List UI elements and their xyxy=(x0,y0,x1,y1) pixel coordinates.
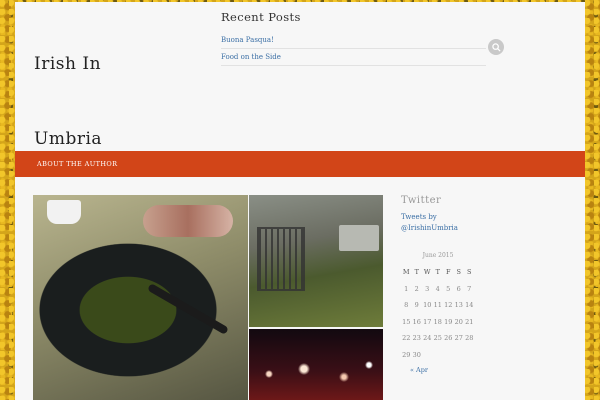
search-button[interactable] xyxy=(488,39,504,55)
sidebar: Twitter Tweets by @IrishinUmbria June 20… xyxy=(401,195,571,374)
calendar-day: 23 xyxy=(412,334,421,342)
site-title-line-1[interactable]: Irish In xyxy=(34,27,154,102)
calendar-day: 7 xyxy=(467,284,472,293)
twitter-link-line-2[interactable]: @IrishinUmbria xyxy=(401,224,458,232)
page-container: Irish In Umbria Recent Posts Buona Pasqu… xyxy=(15,2,585,400)
photo-detail-stone xyxy=(339,225,379,251)
calendar-day: 3 xyxy=(425,284,430,293)
gallery-photo-night-lights[interactable] xyxy=(249,329,383,400)
main-navigation: About the Author xyxy=(15,151,585,177)
calendar-day: 17 xyxy=(423,317,432,326)
photo-detail-spoon xyxy=(147,283,229,335)
calendar-day xyxy=(464,347,475,364)
calendar-day: 9 xyxy=(414,301,419,309)
calendar-day: 25 xyxy=(433,334,442,342)
calendar-day: 24 xyxy=(423,334,432,342)
calendar-day: 12 xyxy=(444,301,453,309)
calendar-weekday: S xyxy=(467,268,472,276)
calendar-day: 10 xyxy=(423,301,432,309)
nav-item-about-the-author[interactable]: About the Author xyxy=(37,160,117,168)
calendar-weekday: T xyxy=(435,268,440,276)
calendar-day: 8 xyxy=(404,301,409,309)
calendar-previous-month-link[interactable]: « Apr xyxy=(410,366,475,374)
recent-posts-list: Buona Pasqua! Food on the Side xyxy=(221,32,521,66)
twitter-feed-link[interactable]: Tweets by @IrishinUmbria xyxy=(401,212,571,234)
calendar-week-row: 15 16 17 18 19 20 21 xyxy=(401,314,475,331)
recent-posts-title: Recent Posts xyxy=(221,10,301,24)
calendar-widget: June 2015 M T W T F S S 1 2 3 4 5 6 7 8 xyxy=(401,252,475,374)
calendar-day: 13 xyxy=(454,301,463,309)
calendar-day xyxy=(454,347,465,364)
calendar-day: 18 xyxy=(433,317,442,326)
calendar-weekday: F xyxy=(445,268,451,276)
calendar-day: 26 xyxy=(444,334,453,342)
calendar-day: 29 xyxy=(402,350,411,359)
calendar-week-row: 8 9 10 11 12 13 14 xyxy=(401,297,475,314)
calendar-day: 30 xyxy=(412,350,421,359)
calendar-week-row: 29 30 xyxy=(401,347,475,364)
site-header: Irish In Umbria Recent Posts Buona Pasqu… xyxy=(15,2,585,151)
calendar-day: 27 xyxy=(454,334,463,342)
twitter-widget-title: Twitter xyxy=(401,195,442,206)
calendar-day: 4 xyxy=(435,284,440,293)
calendar-week-row: 22 23 24 25 26 27 28 xyxy=(401,330,475,347)
gallery-photo-grill[interactable] xyxy=(249,195,383,327)
calendar-day: 16 xyxy=(412,317,421,326)
calendar-day: 6 xyxy=(456,284,461,293)
calendar-weekday: W xyxy=(423,268,431,276)
calendar-day: 15 xyxy=(402,317,411,326)
calendar-day: 22 xyxy=(402,334,411,342)
photo-detail-grill-rack xyxy=(257,227,305,291)
calendar-day: 2 xyxy=(414,284,419,293)
calendar-day: 21 xyxy=(465,317,474,326)
calendar-day: 1 xyxy=(404,284,409,293)
photo-detail-cup xyxy=(47,200,81,224)
search-icon xyxy=(491,42,501,52)
calendar-day xyxy=(433,347,444,364)
recent-posts-widget: Recent Posts Buona Pasqua! Food on the S… xyxy=(221,10,521,66)
calendar-day: 28 xyxy=(465,334,474,342)
photo-detail-bacon xyxy=(143,205,233,237)
calendar-week-row: 1 2 3 4 5 6 7 xyxy=(401,281,475,298)
calendar-day: 5 xyxy=(446,284,451,293)
calendar-weekday: T xyxy=(414,268,419,276)
calendar-day xyxy=(443,347,454,364)
calendar-day: 14 xyxy=(465,301,474,309)
calendar-day xyxy=(422,347,433,364)
gallery-photo-pan[interactable] xyxy=(33,195,248,400)
calendar-day: 11 xyxy=(433,301,442,309)
post-gallery xyxy=(33,195,383,400)
recent-post-link[interactable]: Buona Pasqua! xyxy=(221,32,486,49)
calendar-weekday-row: M T W T F S S xyxy=(401,264,475,281)
twitter-link-line-1[interactable]: Tweets by xyxy=(401,213,437,221)
calendar-day: 19 xyxy=(444,317,453,326)
calendar-caption: June 2015 xyxy=(422,252,454,259)
calendar-day: 20 xyxy=(454,317,463,326)
calendar-weekday: M xyxy=(402,268,410,276)
calendar-weekday: S xyxy=(456,268,461,276)
recent-post-link[interactable]: Food on the Side xyxy=(221,49,486,66)
